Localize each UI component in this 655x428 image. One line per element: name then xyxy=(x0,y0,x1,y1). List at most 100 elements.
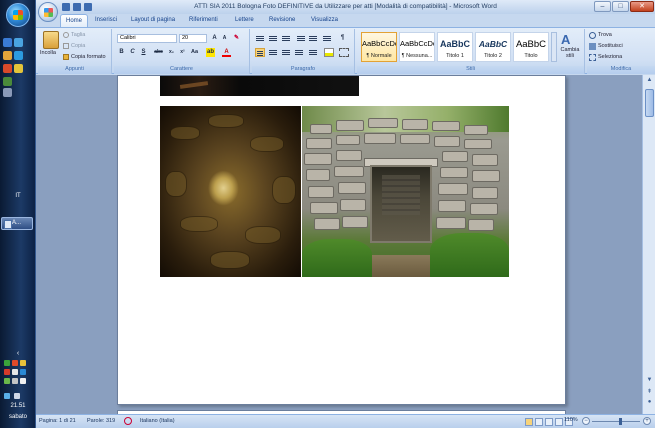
tray-icon-9[interactable] xyxy=(20,378,26,384)
borders-icon[interactable] xyxy=(339,48,349,57)
photo-stone-dome-interior[interactable] xyxy=(160,106,301,277)
paste-icon[interactable] xyxy=(43,31,59,49)
tab-page-layout[interactable]: Layout di pagina xyxy=(126,14,180,27)
taskbar-word-button[interactable]: A... xyxy=(1,217,33,230)
proofing-icon[interactable] xyxy=(124,417,132,425)
tray-icon-4[interactable] xyxy=(4,369,10,375)
style-heading-1[interactable]: AaBbC Titolo 1 xyxy=(437,32,473,62)
language-indicator[interactable]: IT xyxy=(0,193,36,199)
photo-top-fragment[interactable] xyxy=(160,76,359,96)
superscript-icon[interactable]: x² xyxy=(178,48,187,57)
clear-format-icon[interactable]: ✎ xyxy=(232,34,241,43)
clock-time[interactable]: 21.51 xyxy=(0,403,36,409)
copy-button[interactable]: Copia xyxy=(71,43,85,49)
show-marks-icon[interactable]: ¶ xyxy=(338,34,347,43)
style-heading-2[interactable]: AaBbC Titolo 2 xyxy=(475,32,511,62)
font-name-input[interactable]: Calibri xyxy=(117,34,177,43)
justify-icon[interactable] xyxy=(294,48,304,57)
bold-icon[interactable]: B xyxy=(117,48,126,57)
highlight-icon[interactable]: ab xyxy=(206,48,215,57)
tab-insert[interactable]: Inserisci xyxy=(90,14,122,27)
subscript-icon[interactable]: x₂ xyxy=(167,48,176,57)
grow-font-icon[interactable]: A xyxy=(210,34,219,43)
line-spacing-icon[interactable] xyxy=(308,48,318,57)
app-icon[interactable] xyxy=(3,77,12,86)
tab-view[interactable]: Visualizza xyxy=(306,14,343,27)
style-title[interactable]: AaBbC Titolo xyxy=(513,32,549,62)
align-center-icon[interactable] xyxy=(268,48,278,57)
prev-page-icon[interactable]: ⇞ xyxy=(644,387,655,397)
find-button[interactable]: Trova xyxy=(598,32,612,38)
paste-button[interactable]: Incolla xyxy=(40,50,56,56)
scroll-thumb[interactable] xyxy=(645,89,654,117)
italic-icon[interactable]: C xyxy=(128,48,137,57)
zoom-slider[interactable] xyxy=(592,421,640,422)
minimize-button[interactable]: – xyxy=(594,1,611,12)
bullets-icon[interactable] xyxy=(255,34,265,43)
document-area[interactable] xyxy=(36,75,642,414)
shading-icon[interactable] xyxy=(324,48,334,57)
scroll-up-icon[interactable]: ▲ xyxy=(644,75,655,85)
volume-icon[interactable] xyxy=(14,393,20,399)
tray-icon-6[interactable] xyxy=(20,369,26,375)
tray-icon-8[interactable] xyxy=(12,378,18,384)
replace-button[interactable]: Sostituisci xyxy=(598,43,623,49)
zoom-out-icon[interactable]: − xyxy=(582,417,590,425)
language-status[interactable]: Italiano (Italia) xyxy=(140,418,175,424)
style-no-spacing[interactable]: AaBbCcDc ¶ Nessuna... xyxy=(399,32,435,62)
print-layout-view-icon[interactable] xyxy=(525,418,533,426)
web-layout-view-icon[interactable] xyxy=(545,418,553,426)
document-page[interactable] xyxy=(117,75,566,405)
underline-icon[interactable]: S xyxy=(139,48,148,57)
zoom-in-icon[interactable]: + xyxy=(643,417,651,425)
format-painter-button[interactable]: Copia formato xyxy=(71,54,106,60)
outline-view-icon[interactable] xyxy=(555,418,563,426)
browse-object-icon[interactable]: ● xyxy=(644,397,655,407)
quick-launch-icon[interactable] xyxy=(14,38,23,47)
style-normal[interactable]: AaBbCcDc ¶ Normale xyxy=(361,32,397,62)
align-left-icon[interactable] xyxy=(255,48,265,57)
increase-indent-icon[interactable] xyxy=(308,34,318,43)
font-size-input[interactable]: 20 xyxy=(179,34,207,43)
change-case-icon[interactable]: Aa xyxy=(190,48,199,57)
maximize-button[interactable]: □ xyxy=(612,1,629,12)
strikethrough-icon[interactable]: abc xyxy=(154,48,163,57)
media-icon[interactable] xyxy=(3,64,12,73)
tray-icon-1[interactable] xyxy=(4,360,10,366)
shrink-font-icon[interactable]: A xyxy=(220,34,229,43)
scroll-down-icon[interactable]: ▼ xyxy=(644,375,655,385)
sort-icon[interactable] xyxy=(322,34,332,43)
zoom-percent[interactable]: 110% xyxy=(564,417,578,423)
tab-references[interactable]: Riferimenti xyxy=(184,14,223,27)
tab-review[interactable]: Revisione xyxy=(264,14,300,27)
vertical-scrollbar[interactable]: ▲ ▼ ⇞ ● xyxy=(642,75,655,414)
show-desktop-icon[interactable] xyxy=(3,38,12,47)
tab-home[interactable]: Home xyxy=(60,14,89,27)
start-button[interactable] xyxy=(6,3,30,27)
change-styles-icon[interactable]: A xyxy=(561,32,575,47)
chrome-icon[interactable] xyxy=(14,64,23,73)
page-count[interactable]: Pagina: 1 di 21 xyxy=(39,418,76,424)
numbering-icon[interactable] xyxy=(268,34,278,43)
decrease-indent-icon[interactable] xyxy=(296,34,306,43)
font-color-icon[interactable]: A xyxy=(222,48,231,57)
tab-mailings[interactable]: Lettere xyxy=(230,14,259,27)
close-button[interactable]: ✕ xyxy=(630,1,654,12)
tray-icon-5[interactable] xyxy=(12,369,18,375)
align-right-icon[interactable] xyxy=(281,48,291,57)
office-button[interactable] xyxy=(38,2,58,22)
multilevel-list-icon[interactable] xyxy=(281,34,291,43)
browser-icon[interactable] xyxy=(14,51,23,60)
word-count[interactable]: Parole: 319 xyxy=(87,418,115,424)
change-styles-button[interactable]: Cambia stili xyxy=(558,47,582,59)
zoom-slider-knob[interactable] xyxy=(619,418,622,425)
select-button[interactable]: Seleziona xyxy=(598,54,622,60)
network-icon[interactable] xyxy=(4,393,10,399)
tool-icon[interactable] xyxy=(3,88,12,97)
cut-button[interactable]: Taglia xyxy=(71,32,85,38)
tray-icon-3[interactable] xyxy=(20,360,26,366)
tray-icon-7[interactable] xyxy=(4,378,10,384)
photo-stone-hut[interactable] xyxy=(302,106,509,277)
styles-scroll[interactable] xyxy=(551,32,557,62)
tray-expand-icon[interactable]: ‹ xyxy=(0,350,36,357)
